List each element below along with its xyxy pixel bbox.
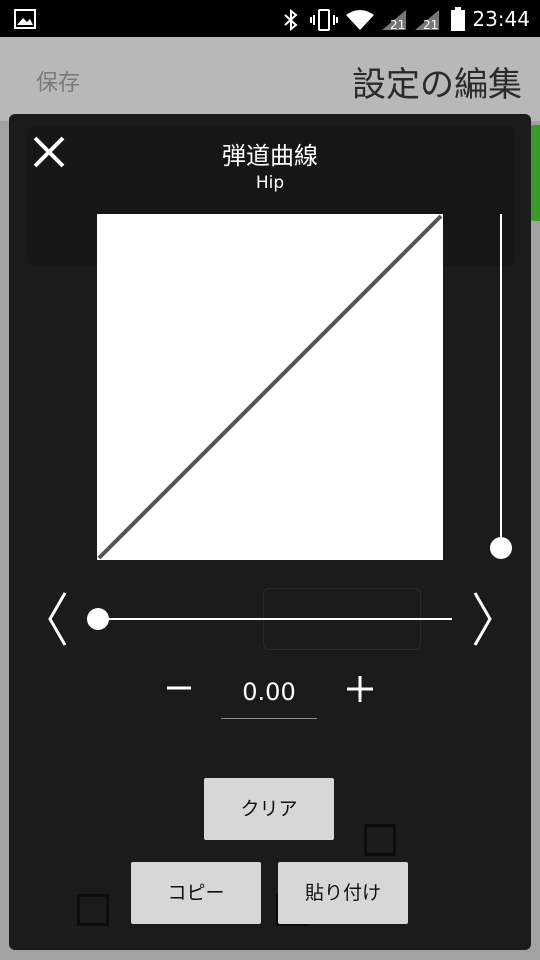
horizontal-slider-track[interactable]: [99, 618, 452, 620]
page-title: 設定の編集: [352, 65, 522, 105]
battery-icon: [451, 7, 465, 31]
signal-icon: 21: [382, 10, 406, 31]
copy-button[interactable]: コピー: [131, 862, 261, 924]
background-checkbox: [364, 824, 396, 856]
background-header: 保存 設定の編集: [0, 37, 540, 121]
value-input[interactable]: 0.00: [221, 672, 317, 719]
vertical-slider-track[interactable]: [500, 214, 502, 548]
chevron-left-icon[interactable]: [45, 590, 69, 648]
minus-icon[interactable]: [165, 674, 193, 702]
dialog-subtitle: Hip: [255, 173, 285, 193]
vibrate-icon: [310, 9, 338, 31]
horizontal-slider-handle[interactable]: [87, 608, 109, 630]
paste-button[interactable]: 貼り付け: [278, 862, 408, 924]
signal-icon: 21: [415, 10, 439, 31]
dialog-title: 弾道曲線: [222, 142, 318, 170]
save-button: 保存: [36, 71, 81, 96]
wifi-icon: [346, 10, 374, 30]
vertical-slider-handle[interactable]: [490, 537, 512, 559]
svg-text:21: 21: [390, 18, 405, 31]
svg-text:21: 21: [423, 18, 438, 31]
gallery-icon: [14, 9, 36, 29]
plus-icon[interactable]: [345, 674, 375, 704]
clear-button[interactable]: クリア: [204, 778, 334, 840]
curve-graph[interactable]: [97, 214, 443, 560]
background-checkbox: [77, 894, 109, 926]
chevron-right-icon[interactable]: [471, 590, 495, 648]
curve-line: [97, 214, 443, 560]
clock: 23:44: [472, 7, 530, 31]
bluetooth-icon: [284, 9, 298, 31]
ballistic-curve-dialog: 弾道曲線 Hip 0.00 クリア コピー 貼り付け: [9, 114, 531, 950]
status-bar: 21 21 23:44: [0, 0, 540, 37]
